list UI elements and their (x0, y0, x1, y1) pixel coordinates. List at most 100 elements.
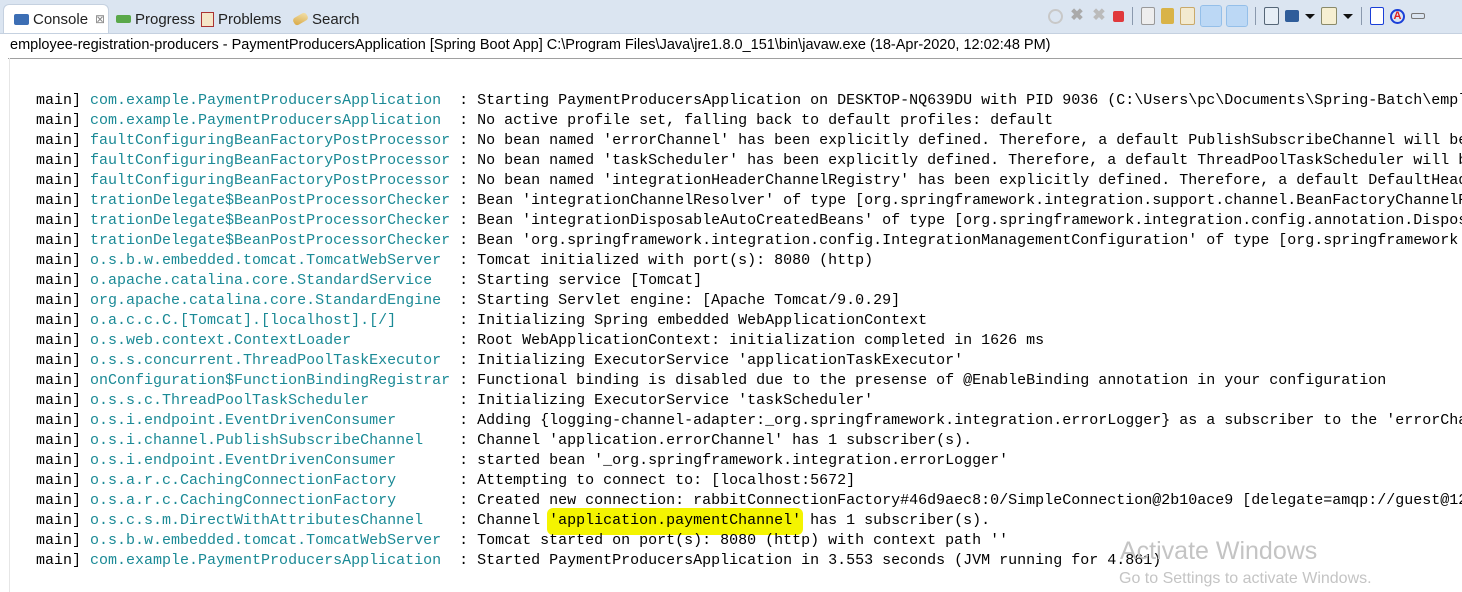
log-logger: o.s.b.w.embedded.tomcat.TomcatWebServer (90, 252, 442, 269)
log-line: main] faultConfiguringBeanFactoryPostPro… (36, 131, 1462, 151)
log-message: Initializing ExecutorService 'applicatio… (477, 352, 964, 369)
show-on-stderr-icon[interactable] (1226, 5, 1248, 27)
open-console-dropdown-icon[interactable] (1343, 13, 1353, 19)
log-logger: trationDelegate$BeanPostProcessorChecker (90, 232, 451, 249)
log-message: Starting service [Tomcat] (477, 272, 703, 289)
log-logger: com.example.PaymentProducersApplication (90, 552, 442, 569)
divider (8, 58, 1462, 59)
log-message: No bean named 'taskScheduler' has been e… (477, 152, 1462, 169)
log-message: Bean 'integrationChannelResolver' of typ… (477, 192, 1462, 209)
log-thread: main] (36, 492, 82, 509)
log-message: No active profile set, falling back to d… (477, 112, 1054, 129)
minimize-icon[interactable] (1411, 13, 1425, 19)
refresh-icon[interactable] (1048, 8, 1063, 24)
log-line: main] o.s.s.c.ThreadPoolTaskScheduler: I… (36, 392, 874, 409)
clear-console-icon[interactable] (1141, 7, 1155, 25)
log-logger: o.s.s.c.ThreadPoolTaskScheduler (90, 392, 370, 409)
log-message: Bean 'org.springframework.integration.co… (477, 232, 1459, 249)
log-thread: main] (36, 132, 82, 149)
log-thread: main] (36, 352, 82, 369)
log-line: main] trationDelegate$BeanPostProcessorC… (36, 191, 1462, 211)
view-tab-bar: Console ⊠ Progress Problems Search ✖ ✖ A (0, 0, 1462, 34)
log-thread: main] (36, 232, 82, 249)
log-message: No bean named 'errorChannel' has been ex… (477, 132, 1462, 149)
log-logger: o.s.a.r.c.CachingConnectionFactory (90, 492, 397, 509)
log-logger: o.a.c.c.C.[Tomcat].[localhost].[/] (90, 312, 397, 329)
remove-all-launches-icon[interactable]: ✖ (1091, 8, 1107, 24)
report-icon[interactable] (1370, 7, 1384, 25)
console-icon (14, 13, 29, 25)
close-icon[interactable]: ⊠ (95, 12, 105, 26)
log-thread: main] (36, 172, 82, 189)
word-wrap-icon[interactable] (1180, 7, 1195, 25)
log-line: main] trationDelegate$BeanPostProcessorC… (36, 211, 1462, 231)
log-line: main] trationDelegate$BeanPostProcessorC… (36, 232, 1459, 249)
log-message: Initializing ExecutorService 'taskSchedu… (477, 392, 874, 409)
log-thread: main] (36, 292, 82, 309)
open-console-icon[interactable] (1321, 7, 1337, 25)
pin-console-icon[interactable] (1264, 7, 1279, 25)
scroll-lock-icon[interactable] (1161, 8, 1174, 24)
log-logger: org.apache.catalina.core.StandardEngine (90, 292, 442, 309)
remove-launch-icon[interactable]: ✖ (1069, 8, 1085, 24)
process-title: employee-registration-producers - Paymen… (10, 37, 1051, 53)
log-logger: trationDelegate$BeanPostProcessorChecker (90, 192, 451, 209)
tab-problems[interactable]: Problems (201, 5, 281, 33)
tab-search[interactable]: Search (292, 5, 360, 33)
toolbar-separator (1361, 7, 1362, 25)
toolbar-separator (1255, 7, 1256, 25)
log-message: Attempting to connect to: [localhost:567… (477, 472, 856, 489)
log-message: Root WebApplicationContext: initializati… (477, 332, 1045, 349)
log-line: main] faultConfiguringBeanFactoryPostPro… (36, 151, 1462, 171)
log-message: Functional binding is disabled due to th… (477, 372, 1387, 389)
log-line: main] o.s.web.context.ContextLoader: Roo… (36, 332, 1045, 349)
display-console-icon[interactable] (1285, 10, 1299, 22)
log-line: main] onConfiguration$FunctionBindingReg… (36, 372, 1387, 389)
log-thread: main] (36, 552, 82, 569)
log-line: main] o.s.i.endpoint.EventDrivenConsumer… (36, 452, 1009, 469)
debug-icon[interactable]: A (1390, 8, 1405, 24)
log-logger: o.s.b.w.embedded.tomcat.TomcatWebServer (90, 532, 442, 549)
log-logger: faultConfiguringBeanFactoryPostProcessor (90, 172, 451, 189)
log-line: main] o.s.b.w.embedded.tomcat.TomcatWebS… (36, 252, 874, 269)
log-logger: com.example.PaymentProducersApplication (90, 112, 442, 129)
log-message: Starting Servlet engine: [Apache Tomcat/… (477, 292, 901, 309)
tab-console[interactable]: Console ⊠ (3, 4, 109, 33)
log-thread: main] (36, 272, 82, 289)
log-line: main] org.apache.catalina.core.StandardE… (36, 292, 901, 309)
log-line: main] com.example.PaymentProducersApplic… (36, 91, 1462, 111)
log-thread: main] (36, 472, 82, 489)
log-thread: main] (36, 412, 82, 429)
tab-progress-label: Progress (135, 10, 196, 28)
log-line: main] faultConfiguringBeanFactoryPostPro… (36, 171, 1462, 191)
log-thread: main] (36, 432, 82, 449)
terminate-icon[interactable] (1113, 10, 1124, 22)
log-logger: o.s.s.concurrent.ThreadPoolTaskExecutor (90, 352, 442, 369)
log-message: Tomcat started on port(s): 8080 (http) w… (477, 532, 1009, 549)
log-line: main] o.s.i.channel.PublishSubscribeChan… (36, 432, 973, 449)
divider (9, 58, 10, 592)
log-line: main] o.apache.catalina.core.StandardSer… (36, 272, 703, 289)
console-output[interactable]: main] com.example.PaymentProducersApplic… (36, 91, 1462, 571)
display-console-dropdown-icon[interactable] (1305, 13, 1315, 19)
log-thread: main] (36, 152, 82, 169)
log-logger: com.example.PaymentProducersApplication (90, 92, 442, 109)
log-thread: main] (36, 192, 82, 209)
log-thread: main] (36, 452, 82, 469)
log-logger: o.s.web.context.ContextLoader (90, 332, 352, 349)
log-line: main] o.a.c.c.C.[Tomcat].[localhost].[/]… (36, 312, 928, 329)
log-message: Channel 'application.errorChannel' has 1… (477, 432, 973, 449)
log-logger: o.apache.catalina.core.StandardService (90, 272, 433, 289)
log-thread: main] (36, 372, 82, 389)
search-icon (292, 11, 309, 27)
show-on-stdout-icon[interactable] (1200, 5, 1222, 27)
log-message: Started PaymentProducersApplication in 3… (477, 552, 1162, 569)
log-message: started bean '_org.springframework.integ… (477, 452, 1009, 469)
log-thread: main] (36, 212, 82, 229)
log-message: Created new connection: rabbitConnection… (477, 492, 1462, 509)
log-message: No bean named 'integrationHeaderChannelR… (477, 172, 1462, 189)
log-thread: main] (36, 532, 82, 549)
tab-progress[interactable]: Progress (116, 5, 195, 33)
problems-icon (201, 11, 214, 27)
console-toolbar: ✖ ✖ A (1048, 5, 1425, 27)
